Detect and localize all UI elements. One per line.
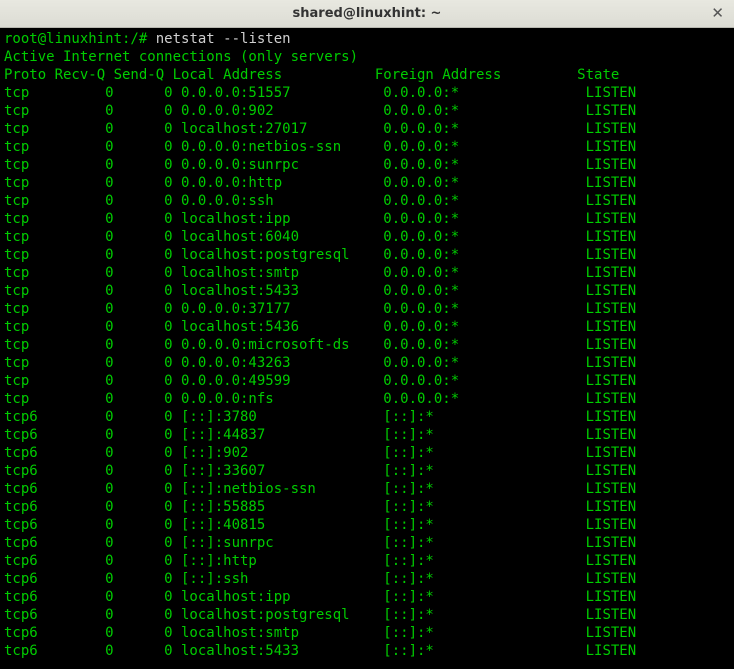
table-row: tcp 0 0 0.0.0.0:49599 0.0.0.0:* LISTEN [4, 373, 636, 389]
table-row: tcp6 0 0 localhost:smtp [::]:* LISTEN [4, 625, 636, 641]
table-row: tcp6 0 0 [::]:netbios-ssn [::]:* LISTEN [4, 481, 636, 497]
table-row: tcp 0 0 localhost:5436 0.0.0.0:* LISTEN [4, 319, 636, 335]
table-row: tcp6 0 0 [::]:55885 [::]:* LISTEN [4, 499, 636, 515]
window-title: shared@linuxhint: ~ [293, 6, 442, 21]
table-row: tcp6 0 0 [::]:902 [::]:* LISTEN [4, 445, 636, 461]
close-icon[interactable]: ✕ [711, 4, 724, 22]
table-row: tcp 0 0 0.0.0.0:51557 0.0.0.0:* LISTEN [4, 85, 636, 101]
table-row: tcp 0 0 localhost:27017 0.0.0.0:* LISTEN [4, 121, 636, 137]
table-row: tcp 0 0 localhost:postgresql 0.0.0.0:* L… [4, 247, 636, 263]
window-titlebar: shared@linuxhint: ~ ✕ [0, 0, 734, 28]
table-row: tcp6 0 0 localhost:5433 [::]:* LISTEN [4, 643, 636, 659]
shell-prompt: root@linuxhint:/# [4, 31, 147, 47]
table-row: tcp 0 0 0.0.0.0:microsoft-ds 0.0.0.0:* L… [4, 337, 636, 353]
table-row: tcp6 0 0 [::]:sunrpc [::]:* LISTEN [4, 535, 636, 551]
table-row: tcp 0 0 localhost:6040 0.0.0.0:* LISTEN [4, 229, 636, 245]
table-row: tcp6 0 0 [::]:44837 [::]:* LISTEN [4, 427, 636, 443]
table-row: tcp6 0 0 localhost:postgresql [::]:* LIS… [4, 607, 636, 623]
table-row: tcp 0 0 0.0.0.0:http 0.0.0.0:* LISTEN [4, 175, 636, 191]
terminal-output[interactable]: root@linuxhint:/# netstat --listen Activ… [0, 28, 734, 669]
table-row: tcp 0 0 0.0.0.0:37177 0.0.0.0:* LISTEN [4, 301, 636, 317]
table-row: tcp6 0 0 [::]:33607 [::]:* LISTEN [4, 463, 636, 479]
table-row: tcp 0 0 0.0.0.0:sunrpc 0.0.0.0:* LISTEN [4, 157, 636, 173]
table-row: tcp 0 0 0.0.0.0:ssh 0.0.0.0:* LISTEN [4, 193, 636, 209]
table-row: tcp 0 0 0.0.0.0:netbios-ssn 0.0.0.0:* LI… [4, 139, 636, 155]
table-row: tcp 0 0 localhost:ipp 0.0.0.0:* LISTEN [4, 211, 636, 227]
table-row: tcp6 0 0 [::]:http [::]:* LISTEN [4, 553, 636, 569]
table-row: tcp 0 0 0.0.0.0:43263 0.0.0.0:* LISTEN [4, 355, 636, 371]
table-row: tcp6 0 0 [::]:ssh [::]:* LISTEN [4, 571, 636, 587]
connections-subtitle: Active Internet connections (only server… [4, 49, 358, 65]
table-header: Proto Recv-Q Send-Q Local Address Foreig… [4, 67, 619, 83]
table-row: tcp 0 0 localhost:5433 0.0.0.0:* LISTEN [4, 283, 636, 299]
table-row: tcp6 0 0 localhost:ipp [::]:* LISTEN [4, 589, 636, 605]
table-row: tcp 0 0 0.0.0.0:902 0.0.0.0:* LISTEN [4, 103, 636, 119]
table-row: tcp6 0 0 [::]:3780 [::]:* LISTEN [4, 409, 636, 425]
table-row: tcp 0 0 0.0.0.0:nfs 0.0.0.0:* LISTEN [4, 391, 636, 407]
table-row: tcp 0 0 localhost:smtp 0.0.0.0:* LISTEN [4, 265, 636, 281]
table-row: tcp6 0 0 [::]:40815 [::]:* LISTEN [4, 517, 636, 533]
command-text: netstat --listen [156, 31, 291, 47]
